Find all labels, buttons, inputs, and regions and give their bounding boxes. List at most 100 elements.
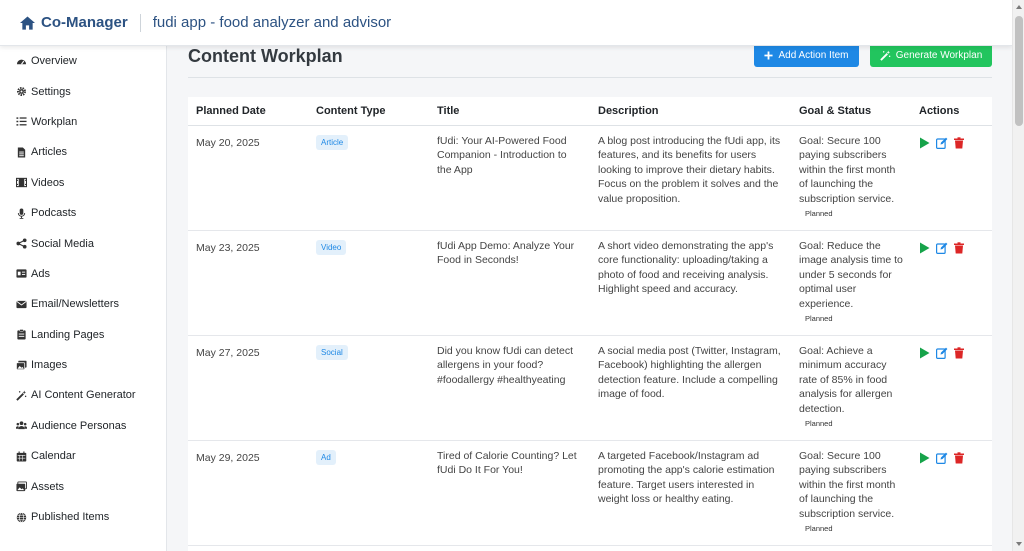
- play-button[interactable]: [919, 242, 930, 254]
- sidebar: Overview Settings Workplan Articles Vide…: [0, 46, 167, 551]
- cell-goal-status: Goal: Achieve a minimum accuracy rate of…: [791, 335, 911, 441]
- edit-button[interactable]: [936, 452, 948, 464]
- column-header-content-type[interactable]: Content Type: [308, 97, 429, 126]
- sidebar-item-videos[interactable]: Videos: [0, 168, 166, 198]
- sidebar-item-landing-pages[interactable]: Landing Pages: [0, 320, 166, 350]
- edit-button[interactable]: [936, 137, 948, 149]
- cell-date: May 20, 2025: [188, 125, 308, 231]
- home-icon: [20, 15, 35, 30]
- cell-type: Article: [308, 125, 429, 231]
- content-type-badge: Ad: [316, 449, 336, 465]
- content-type-badge: Social: [316, 344, 348, 360]
- header-divider: [139, 13, 141, 32]
- sidebar-item-label: Overview: [31, 55, 77, 68]
- column-header-goal-status[interactable]: Goal & Status: [791, 97, 911, 126]
- delete-button[interactable]: [954, 451, 964, 464]
- page-scrollbar[interactable]: [1012, 0, 1024, 551]
- cell-date: May 27, 2025: [188, 335, 308, 441]
- column-header-description[interactable]: Description: [590, 97, 791, 126]
- cell-actions: [911, 335, 992, 441]
- trash-icon: [954, 346, 964, 358]
- goal-text: Goal: Secure 100 paying subscribers with…: [799, 449, 896, 520]
- sidebar-item-audience-personas[interactable]: Audience Personas: [0, 411, 166, 441]
- plus-icon: [764, 50, 774, 60]
- scroll-thumb[interactable]: [1015, 16, 1023, 126]
- cell-date: May 29, 2025: [188, 440, 308, 546]
- cell-title: Did you know fUdi can detect allergens i…: [429, 335, 590, 441]
- sidebar-item-label: Articles: [31, 146, 68, 159]
- workplan-table-card: Planned Date Content Type Title Descript…: [188, 97, 992, 551]
- sidebar-item-label: Workplan: [31, 115, 78, 128]
- cell-goal-status: Goal: Secure 100 paying subscribers with…: [791, 125, 911, 231]
- users-icon: [16, 421, 27, 430]
- play-button[interactable]: [919, 137, 930, 149]
- column-header-planned-date[interactable]: Planned Date: [188, 97, 308, 126]
- table-row: May 23, 2025 Video fUdi App Demo: Analyz…: [188, 230, 992, 336]
- sidebar-item-calendar[interactable]: Calendar: [0, 441, 166, 471]
- edit-icon: [936, 347, 948, 359]
- play-icon: [920, 242, 930, 253]
- sidebar-item-ads[interactable]: Ads: [0, 259, 166, 289]
- brand-name: Co-Manager: [41, 14, 128, 31]
- sidebar-item-label: Social Media: [31, 237, 94, 250]
- delete-button[interactable]: [954, 241, 964, 254]
- cell-description: A targeted Facebook/Instagram ad promoti…: [590, 440, 791, 546]
- sidebar-item-label: Videos: [31, 176, 65, 189]
- table-row: May 29, 2025 Ad Tired of Calorie Countin…: [188, 440, 992, 546]
- scroll-down-arrow[interactable]: [1016, 542, 1022, 546]
- play-icon: [920, 347, 930, 358]
- page-title: Content Workplan: [188, 46, 343, 66]
- add-action-item-label: Add Action Item: [778, 49, 849, 61]
- sidebar-item-podcasts[interactable]: Podcasts: [0, 198, 166, 228]
- cell-description: A social media post (Twitter, Instagram,…: [590, 335, 791, 441]
- images-icon: [16, 360, 27, 370]
- document-icon: [17, 147, 26, 158]
- trash-icon: [954, 136, 964, 148]
- sidebar-item-email-newsletters[interactable]: Email/Newsletters: [0, 289, 166, 319]
- brand-link[interactable]: Co-Manager: [0, 11, 128, 35]
- sidebar-item-assets[interactable]: Assets: [0, 471, 166, 501]
- play-button[interactable]: [919, 347, 930, 359]
- cell-title: fUdi App Demo: Analyze Your Food in Seco…: [429, 230, 590, 336]
- edit-button[interactable]: [936, 347, 948, 359]
- column-header-title[interactable]: Title: [429, 97, 590, 126]
- microphone-icon: [17, 208, 26, 219]
- cell-type: Ad: [308, 440, 429, 546]
- sidebar-item-overview[interactable]: Overview: [0, 46, 166, 76]
- table-row: May 27, 2025 Social Did you know fUdi ca…: [188, 335, 992, 441]
- status-badge: Planned: [805, 209, 833, 219]
- sidebar-item-label: Podcasts: [31, 207, 77, 220]
- edit-button[interactable]: [936, 242, 948, 254]
- cell-type: Video: [308, 230, 429, 336]
- sidebar-item-workplan[interactable]: Workplan: [0, 107, 166, 137]
- edit-icon: [936, 137, 948, 149]
- generate-workplan-button[interactable]: Generate Workplan: [870, 46, 992, 67]
- delete-button[interactable]: [954, 346, 964, 359]
- add-action-item-button[interactable]: Add Action Item: [754, 46, 859, 67]
- cell-actions: [911, 125, 992, 231]
- play-icon: [920, 137, 930, 148]
- delete-button[interactable]: [954, 136, 964, 149]
- sidebar-item-articles[interactable]: Articles: [0, 137, 166, 167]
- play-button[interactable]: [919, 452, 930, 464]
- sidebar-item-settings[interactable]: Settings: [0, 76, 166, 106]
- workplan-table: Planned Date Content Type Title Descript…: [188, 97, 992, 546]
- sidebar-item-label: Assets: [31, 480, 65, 493]
- cell-goal-status: Goal: Reduce the image analysis time to …: [791, 230, 911, 336]
- play-icon: [920, 452, 930, 463]
- sidebar-item-images[interactable]: Images: [0, 350, 166, 380]
- sidebar-item-published-items[interactable]: Published Items: [0, 502, 166, 532]
- column-header-actions: Actions: [911, 97, 992, 126]
- sidebar-item-social-media[interactable]: Social Media: [0, 228, 166, 258]
- status-badge: Planned: [805, 419, 833, 429]
- goal-text: Goal: Secure 100 paying subscribers with…: [799, 134, 896, 205]
- gear-icon: [17, 87, 26, 97]
- main-content: Content Workplan Add Action Item Generat…: [167, 46, 1012, 551]
- cell-date: May 23, 2025: [188, 230, 308, 336]
- sidebar-item-ai-content-generator[interactable]: AI Content Generator: [0, 380, 166, 410]
- scroll-up-arrow[interactable]: [1016, 5, 1022, 9]
- sidebar-item-label: AI Content Generator: [31, 389, 136, 402]
- share-icon: [16, 238, 27, 249]
- goal-text: Goal: Reduce the image analysis time to …: [799, 239, 903, 310]
- sidebar-item-label: Ads: [31, 267, 50, 280]
